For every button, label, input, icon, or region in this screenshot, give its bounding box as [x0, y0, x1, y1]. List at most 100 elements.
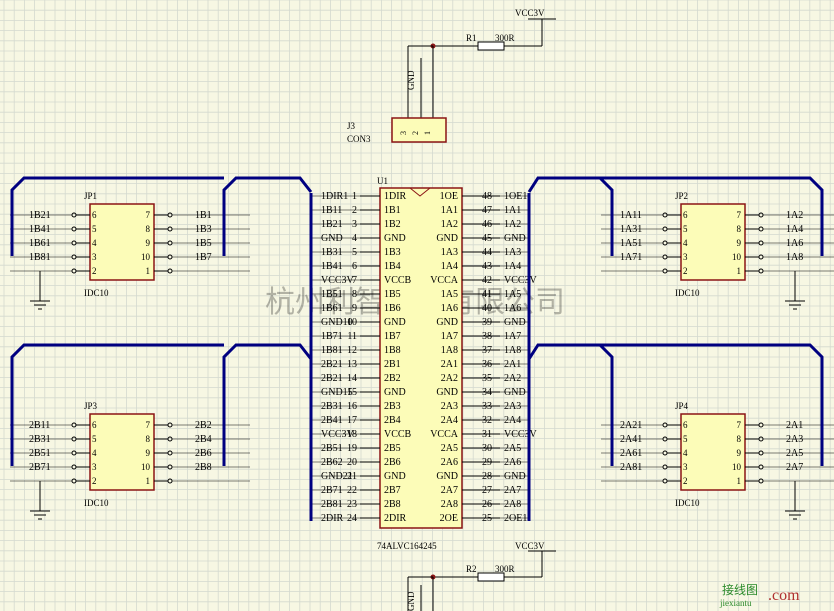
- idc-pin-number-left: 4: [92, 238, 97, 248]
- idc-net-label-left: 1B21: [29, 210, 51, 221]
- idc-pin-number-left: 4: [683, 448, 688, 458]
- ic-net-label-right: GND: [504, 387, 526, 398]
- idc-net-label-left: 2A21: [620, 420, 642, 431]
- idc-pin-terminal: [662, 422, 668, 428]
- resistor-ref-r2: R2: [466, 564, 477, 574]
- ic-pin-number-right: 35: [482, 373, 492, 384]
- ic-net-label-right: GND: [504, 317, 526, 328]
- idc-pin-number-right: 1: [737, 476, 742, 486]
- idc-header-body: [680, 203, 746, 281]
- ic-net-label-right: 1OE1: [504, 191, 527, 202]
- gnd-net-label-bottom: GND: [406, 591, 416, 611]
- ic-pin-number-left: 12: [347, 345, 357, 356]
- ic-pin-number-left: 9: [352, 303, 357, 314]
- ic-net-label-right: 1A3: [504, 247, 521, 258]
- idc-pin-number-left: 5: [92, 434, 97, 444]
- idc-header-body: [680, 413, 746, 491]
- idc-net-label-right: 1B3: [195, 224, 212, 235]
- idc-pin-number-right: 10: [732, 462, 742, 472]
- ic-net-label-right: 1A1: [504, 205, 521, 216]
- ic-pin-number-right: 40: [482, 303, 492, 314]
- idc-pin-terminal: [167, 450, 173, 456]
- connector-j3-pin: 1: [423, 131, 432, 135]
- ic-pin-name-right: 2A6: [441, 457, 458, 468]
- ic-net-label-right: VCC3V: [504, 275, 538, 286]
- idc-pin-terminal: [662, 226, 668, 232]
- ic-pin-number-right: 32: [482, 415, 492, 426]
- ic-pin-name-right: 2A5: [441, 443, 458, 454]
- idc-pin-number-left: 2: [683, 266, 688, 276]
- ic-pin-name-left: 2B6: [384, 457, 401, 468]
- ic-pin-number-left: 4: [352, 233, 357, 244]
- ic-net-label-right: 1A6: [504, 303, 521, 314]
- idc-net-label-left: 2A41: [620, 434, 642, 445]
- ic-pin-number-left: 22: [347, 485, 357, 496]
- idc-net-label-left: 1B81: [29, 252, 51, 263]
- idc-pin-number-right: 9: [737, 238, 742, 248]
- idc-pin-terminal: [758, 240, 764, 246]
- idc-pin-number-right: 9: [146, 448, 151, 458]
- idc-header-value: IDC10: [84, 498, 109, 508]
- idc-header-ref: JP1: [84, 191, 97, 201]
- idc-net-label-right: 2B6: [195, 448, 212, 459]
- idc-pin-number-right: 7: [146, 420, 151, 430]
- ic-pin-number-right: 42: [482, 275, 492, 286]
- idc-pin-number-left: 5: [92, 224, 97, 234]
- idc-pin-number-left: 4: [92, 448, 97, 458]
- idc-net-label-left: 1B61: [29, 238, 51, 249]
- ic-net-label-left: 2DIR: [321, 513, 344, 524]
- ic-net-label-left: 1B51: [321, 289, 343, 300]
- ic-pin-name-left: 2B2: [384, 373, 401, 384]
- ic-net-label-left: GND10: [321, 317, 353, 328]
- idc-header-value: IDC10: [675, 498, 700, 508]
- ic-net-label-left: 2B21: [321, 359, 343, 370]
- idc-pin-terminal: [758, 268, 764, 274]
- connector-j3-pin: 3: [399, 131, 408, 135]
- ic-pin-name-left: VCCB: [384, 275, 412, 286]
- idc-net-label-right: 2A5: [786, 448, 803, 459]
- ic-pin-number-left: 24: [347, 513, 357, 524]
- bus-frame: [222, 343, 313, 466]
- ic-pin-number-right: 31: [482, 429, 492, 440]
- ic-pin-name-right: GND: [436, 471, 458, 482]
- ic-pin-name-left: 1B1: [384, 205, 401, 216]
- ic-net-label-left: 1B21: [321, 219, 343, 230]
- ic-net-label-left: 1B41: [321, 261, 343, 272]
- idc-pin-number-right: 7: [737, 420, 742, 430]
- idc-net-label-right: 2B8: [195, 462, 212, 473]
- ic-pin-name-left: GND: [384, 233, 406, 244]
- ic-pin-number-left: 1: [352, 191, 357, 202]
- idc-pin-number-right: 10: [141, 462, 151, 472]
- ic-net-label-right: VCC3V: [504, 429, 538, 440]
- ic-net-label-left: GND21: [321, 471, 353, 482]
- ic-pin-number-right: 43: [482, 261, 492, 272]
- ic-pin-name-left: 2B4: [384, 415, 401, 426]
- ic-pin-number-left: 3: [352, 219, 357, 230]
- ic-pin-name-right: 1A4: [441, 261, 458, 272]
- connector-j3-ref: J3: [347, 121, 356, 131]
- idc-net-label-right: 1A8: [786, 252, 803, 263]
- idc-net-label-left: 2B51: [29, 448, 51, 459]
- ic-net-label-right: 2A6: [504, 457, 521, 468]
- idc-pin-terminal: [758, 212, 764, 218]
- idc-net-label-right: 2A3: [786, 434, 803, 445]
- ic-pin-number-right: 28: [482, 471, 492, 482]
- idc-pin-number-left: 3: [92, 252, 97, 262]
- idc-pin-terminal: [167, 464, 173, 470]
- ic-net-label-left: 2B31: [321, 401, 343, 412]
- logo-com-text: .com: [768, 587, 800, 604]
- idc-pin-terminal: [167, 268, 173, 274]
- idc-pin-number-right: 9: [146, 238, 151, 248]
- ic-pin-number-right: 37: [482, 345, 492, 356]
- ic-pin-name-right: VCCA: [430, 275, 459, 286]
- ic-pin-number-right: 29: [482, 457, 492, 468]
- idc-pin-number-left: 6: [683, 210, 688, 220]
- idc-pin-number-left: 2: [92, 476, 97, 486]
- vcc-net-label-top: VCC3V: [515, 8, 545, 18]
- idc-pin-number-left: 5: [683, 224, 688, 234]
- ic-pin-name-left: 2B8: [384, 499, 401, 510]
- ic-pin-name-left: 2B3: [384, 401, 401, 412]
- ic-pin-name-right: GND: [436, 387, 458, 398]
- ic-net-label-right: 1A2: [504, 219, 521, 230]
- idc-header-ref: JP3: [84, 401, 98, 411]
